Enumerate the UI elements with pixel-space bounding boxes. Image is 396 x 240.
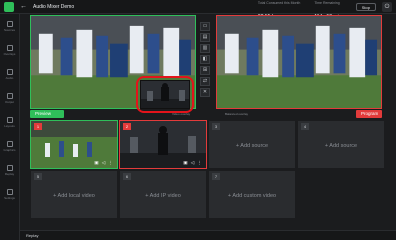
- wipe-icon[interactable]: ⊞: [200, 66, 210, 75]
- source-number: 4: [301, 123, 309, 130]
- program-label[interactable]: Program: [356, 110, 382, 118]
- preview-label[interactable]: Preview: [30, 110, 64, 118]
- layouts-icon: [6, 116, 13, 123]
- add-local-video-button[interactable]: + Add local video: [31, 193, 117, 199]
- power-icon[interactable]: ⏻: [382, 2, 392, 12]
- source-tile-3[interactable]: 3 + Add source: [208, 120, 296, 169]
- source-grid: 1 ▣ ◁ ⋮ 2 ▣ ◁ ⋮ 3 + Add source 4 + Add s…: [30, 120, 386, 219]
- preview-caption: Video overlay: [172, 112, 191, 116]
- settings-icon: [6, 188, 13, 195]
- cut-icon[interactable]: ▭: [200, 22, 210, 31]
- source-tile-1[interactable]: 1 ▣ ◁ ⋮: [30, 120, 118, 169]
- add-source-button[interactable]: + Add source: [298, 143, 384, 149]
- source-number: 7: [212, 173, 220, 180]
- add-ip-video-button[interactable]: + Add IP video: [120, 193, 206, 199]
- transition-tools: ▭ ▤ ▥ ◧ ⊞ ⇄ ✕: [200, 22, 212, 99]
- source-number: 5: [34, 173, 42, 180]
- app-window: ← Audio Mixer Demo Total Consumed this M…: [0, 0, 396, 240]
- back-arrow-icon[interactable]: ←: [20, 3, 27, 10]
- highlight-ring: [136, 76, 194, 113]
- fade-icon[interactable]: ◧: [200, 55, 210, 64]
- app-logo: [4, 1, 14, 12]
- sidebar-item-overlays[interactable]: Overlays: [0, 38, 19, 62]
- source-number: 6: [123, 173, 131, 180]
- sidebar-item-layouts[interactable]: Layouts: [0, 110, 19, 134]
- sidebar-item-output[interactable]: Output: [0, 86, 19, 110]
- source-controls[interactable]: ▣ ◁ ⋮: [94, 160, 114, 166]
- sidebar-item-graphics[interactable]: Graphics: [0, 134, 19, 158]
- rugby-scene-program: [217, 16, 381, 108]
- source-number: 3: [212, 123, 220, 130]
- sidebar-item-sources[interactable]: Sources: [0, 14, 19, 38]
- add-custom-video-button[interactable]: + Add custom video: [209, 193, 295, 199]
- add-source-button[interactable]: + Add source: [209, 143, 295, 149]
- sidebar-item-replay[interactable]: Replay: [0, 158, 19, 182]
- program-monitor[interactable]: [216, 15, 382, 109]
- bottom-bar: Replay: [20, 230, 396, 240]
- source-tile-5[interactable]: 5 + Add local video: [30, 170, 118, 219]
- replay-icon: [6, 164, 13, 171]
- app-title: Audio Mixer Demo: [33, 3, 75, 10]
- audio-icon: [6, 68, 13, 75]
- source-number: 1: [34, 123, 42, 130]
- auto-icon[interactable]: ✕: [200, 88, 210, 97]
- replay-button[interactable]: Replay: [26, 233, 38, 238]
- overlays-icon: [6, 44, 13, 51]
- source-tile-2[interactable]: 2 ▣ ◁ ⋮: [119, 120, 207, 169]
- graphics-icon: [6, 140, 13, 147]
- top-bar: ← Audio Mixer Demo Total Consumed this M…: [0, 0, 396, 20]
- layout-icon[interactable]: ▤: [200, 33, 210, 42]
- program-caption: Balanced overlay: [225, 112, 249, 116]
- sidebar-item-settings[interactable]: Settings: [0, 182, 19, 206]
- source-tile-6[interactable]: 6 + Add IP video: [119, 170, 207, 219]
- output-icon: [6, 92, 13, 99]
- stop-button[interactable]: Stop: [355, 3, 376, 11]
- sources-icon: [6, 20, 13, 27]
- sidebar-item-audio[interactable]: Audio: [0, 62, 19, 86]
- source-tile-7[interactable]: 7 + Add custom video: [208, 170, 296, 219]
- source-tile-4[interactable]: 4 + Add source: [297, 120, 385, 169]
- source-number: 2: [123, 123, 131, 130]
- swap-icon[interactable]: ⇄: [200, 77, 210, 86]
- source-controls[interactable]: ▣ ◁ ⋮: [183, 160, 203, 166]
- sidebar: Sources Overlays Audio Output Layouts Gr…: [0, 14, 20, 240]
- transition-icon[interactable]: ▥: [200, 44, 210, 53]
